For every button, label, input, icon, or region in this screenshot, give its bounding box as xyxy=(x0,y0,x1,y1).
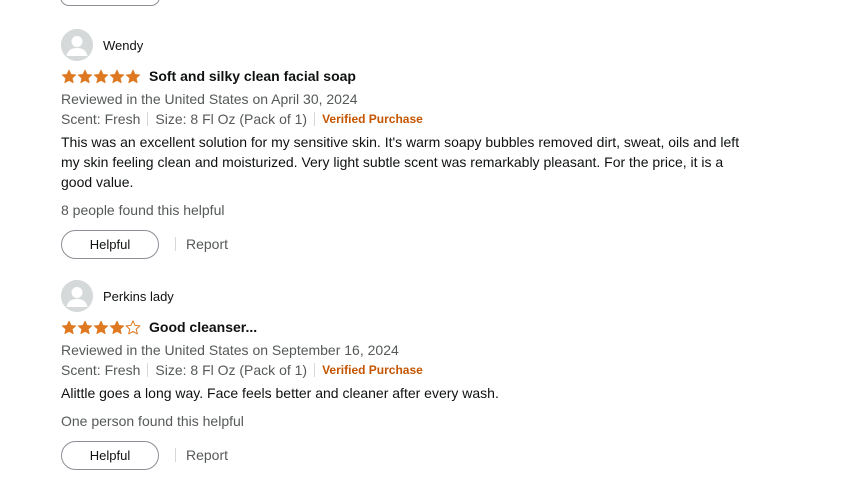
star-rating[interactable] xyxy=(61,69,141,84)
star-filled-icon xyxy=(77,69,93,83)
review-date: Reviewed in the United States on April 3… xyxy=(61,91,358,107)
report-link[interactable]: Report xyxy=(186,447,228,463)
divider xyxy=(175,237,176,251)
variant-size[interactable]: Size: 8 Fl Oz (Pack of 1) xyxy=(155,109,307,129)
divider xyxy=(314,363,316,377)
star-filled-icon xyxy=(109,69,125,83)
star-filled-icon xyxy=(77,320,93,334)
star-rating[interactable] xyxy=(61,319,141,335)
star-empty-icon xyxy=(125,319,141,334)
helpful-button[interactable]: Helpful xyxy=(61,229,159,259)
star-filled-icon xyxy=(61,320,77,334)
reviewer-name: Wendy xyxy=(103,37,144,53)
star-filled-icon xyxy=(93,69,109,83)
variant-size[interactable]: Size: 8 Fl Oz (Pack of 1) xyxy=(155,360,307,380)
review-item: Perkins lady Good cleanser... Reviewed i… xyxy=(61,280,761,471)
star-filled-icon xyxy=(93,320,109,334)
variant-scent[interactable]: Scent: Fresh xyxy=(61,360,140,380)
previous-helpful-button[interactable] xyxy=(60,0,160,6)
reviewer-profile[interactable]: Wendy xyxy=(61,29,761,61)
reviewer-name: Perkins lady xyxy=(103,288,174,304)
review-item: Wendy Soft and silky clean facial soap R… xyxy=(61,29,761,260)
divider xyxy=(175,448,176,462)
review-date: Reviewed in the United States on Septemb… xyxy=(61,342,399,358)
variant-info: Scent: Fresh Size: 8 Fl Oz (Pack of 1) V… xyxy=(61,360,761,380)
star-filled-icon xyxy=(61,69,77,83)
report-link[interactable]: Report xyxy=(186,236,228,252)
divider xyxy=(147,363,149,377)
helpful-count: One person found this helpful xyxy=(61,413,244,429)
review-title[interactable]: Soft and silky clean facial soap xyxy=(149,68,356,84)
avatar xyxy=(61,29,93,61)
avatar xyxy=(61,280,93,312)
user-silhouette-icon xyxy=(61,29,93,61)
divider xyxy=(147,112,149,126)
review-title[interactable]: Good cleanser... xyxy=(149,319,257,335)
star-filled-icon xyxy=(109,320,125,334)
review-actions: Helpful Report xyxy=(61,228,761,260)
helpful-count: 8 people found this helpful xyxy=(61,202,225,218)
review-body: This was an excellent solution for my se… xyxy=(61,134,740,190)
variant-scent[interactable]: Scent: Fresh xyxy=(61,109,140,129)
review-actions: Helpful Report xyxy=(61,439,761,471)
helpful-button[interactable]: Helpful xyxy=(61,440,159,470)
verified-purchase-badge[interactable]: Verified Purchase xyxy=(322,109,423,129)
review-body: Alittle goes a long way. Face feels bett… xyxy=(61,385,499,401)
divider xyxy=(314,112,316,126)
reviewer-profile[interactable]: Perkins lady xyxy=(61,280,761,312)
variant-info: Scent: Fresh Size: 8 Fl Oz (Pack of 1) V… xyxy=(61,109,761,129)
verified-purchase-badge[interactable]: Verified Purchase xyxy=(322,360,423,380)
reviews-page: Wendy Soft and silky clean facial soap R… xyxy=(0,0,843,487)
user-silhouette-icon xyxy=(61,280,93,312)
star-filled-icon xyxy=(125,69,141,83)
